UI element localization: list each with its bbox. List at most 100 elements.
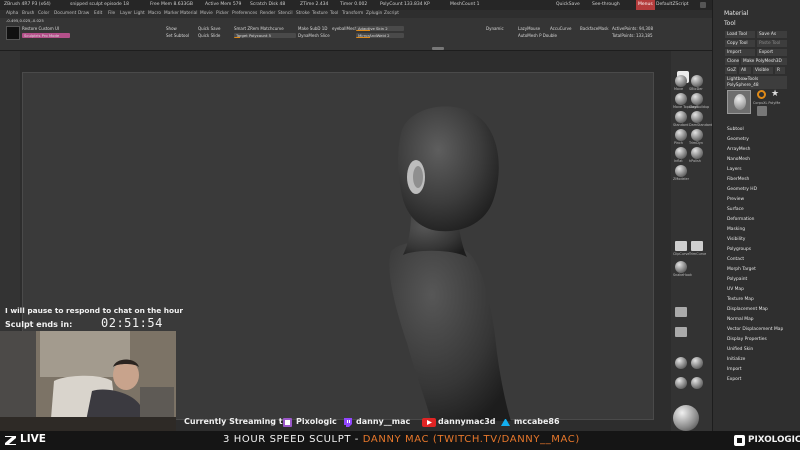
mask-pen-icon[interactable] <box>675 327 687 337</box>
polish-icon[interactable] <box>691 377 703 389</box>
star-tool-icon[interactable]: ★ <box>771 90 780 99</box>
tool-palette-header[interactable]: Tool <box>724 20 736 27</box>
menu-edit[interactable]: Edit <box>94 10 102 18</box>
subpalette-normal-map[interactable]: Normal Map <box>727 317 754 322</box>
quick-slide-button[interactable]: Quick Slide <box>198 33 220 39</box>
quicksave-button[interactable]: QuickSave <box>556 0 580 10</box>
see-through-slider[interactable]: See-through <box>592 0 620 10</box>
clip-curve-icon[interactable] <box>675 241 687 251</box>
restore-custom-ui-button[interactable]: Restore Custom UI <box>22 26 59 32</box>
menu-stroke[interactable]: Stroke <box>296 10 310 18</box>
subpalette-geometry-hd[interactable]: Geometry HD <box>727 187 757 192</box>
menu-transform[interactable]: Transform <box>342 10 363 18</box>
menu-color[interactable]: Color <box>38 10 49 18</box>
eyeball-mesh-button[interactable]: eyeballMesh <box>332 26 357 32</box>
paste-tool-button[interactable]: Paste Tool <box>757 40 787 47</box>
backface-mask-button[interactable]: BackfaceMask <box>580 26 609 32</box>
subpalette-display-properties[interactable]: Display Properties <box>727 337 767 342</box>
menus-toggle[interactable]: Menus <box>636 0 655 10</box>
damstandard-brush-icon[interactable] <box>691 111 703 123</box>
make-polymesh-button[interactable]: Make PolyMesh3D <box>741 58 787 65</box>
subpalette-layers[interactable]: Layers <box>727 167 742 172</box>
visible-button[interactable]: Visible <box>753 67 773 74</box>
smart-zrem-button[interactable]: Smart ZRem Matchcurve <box>234 26 284 32</box>
accu-curve-button[interactable]: AccuCurve <box>550 26 571 32</box>
menu-zplugin[interactable]: Zplugin <box>366 10 382 18</box>
move-brush-icon[interactable] <box>675 75 687 87</box>
subpalette-subtool[interactable]: Subtool <box>727 127 744 132</box>
trimdyn-brush-icon[interactable] <box>691 129 703 141</box>
subpalette-export[interactable]: Export <box>727 377 741 382</box>
mask-tool-icon[interactable] <box>675 307 687 317</box>
current-tool-slider[interactable]: PolySphere_48 <box>725 82 787 89</box>
minimize-icon[interactable] <box>700 2 706 8</box>
menu-macro[interactable]: Macro <box>148 10 161 18</box>
menu-stencil[interactable]: Stencil <box>278 10 293 18</box>
export-tool-button[interactable]: Export <box>757 49 787 56</box>
subpalette-displacement-map[interactable]: Displacement Map <box>727 307 768 312</box>
snake-hook-brush-icon[interactable] <box>675 261 687 273</box>
menu-draw[interactable]: Draw <box>78 10 89 18</box>
subpalette-geometry[interactable]: Geometry <box>727 137 749 142</box>
subpalette-masking[interactable]: Masking <box>727 227 745 232</box>
default-zscript[interactable]: DefaultZScript <box>656 0 689 10</box>
subpalette-import[interactable]: Import <box>727 367 742 372</box>
hpolish-brush-icon[interactable] <box>691 147 703 159</box>
r-button[interactable]: R <box>775 67 785 74</box>
menu-picker[interactable]: Picker <box>216 10 229 18</box>
load-tool-button[interactable]: Load Tool <box>725 31 755 38</box>
groupsplit-icon[interactable] <box>691 357 703 369</box>
sculptris-pro-button[interactable]: Sculptris Pro Mode <box>22 33 70 38</box>
subpalette-polygroups[interactable]: Polygroups <box>727 247 751 252</box>
show-button[interactable]: Show <box>166 26 177 32</box>
subpalette-contact[interactable]: Contact <box>727 257 744 262</box>
automesh-button[interactable]: AutoMesh P Double <box>518 33 557 39</box>
pinch-brush-icon[interactable] <box>675 129 687 141</box>
mirror-weld-slider[interactable]: MirrorAndWeld 2 <box>356 33 404 38</box>
menu-preferences[interactable]: Preferences <box>232 10 257 18</box>
subpalette-arraymesh[interactable]: ArrayMesh <box>727 147 750 152</box>
subpalette-morph-target[interactable]: Morph Target <box>727 267 756 272</box>
clay-brush-icon[interactable] <box>691 93 703 105</box>
menu-light[interactable]: Light <box>134 10 145 18</box>
menu-render[interactable]: Render <box>260 10 275 18</box>
menu-document[interactable]: Document <box>54 10 76 18</box>
spiral-tool-icon[interactable] <box>757 90 766 99</box>
copy-tool-button[interactable]: Copy Tool <box>725 40 755 47</box>
subpalette-fibermesh[interactable]: FiberMesh <box>727 177 749 182</box>
subpalette-visibility[interactable]: Visibility <box>727 237 745 242</box>
inflate-brush-icon[interactable] <box>675 147 687 159</box>
quick-save-button[interactable]: Quick Save <box>198 26 220 32</box>
subpalette-deformation[interactable]: Deformation <box>727 217 754 222</box>
sliceCurve-icon[interactable] <box>675 357 687 369</box>
material-palette-header[interactable]: Material <box>724 10 748 17</box>
menu-tool[interactable]: Tool <box>330 10 338 18</box>
menu-marker[interactable]: Marker <box>164 10 179 18</box>
trim-curve-icon[interactable] <box>691 241 703 251</box>
subpalette-unified-skin[interactable]: Unified Skin <box>727 347 753 352</box>
subpalette-surface[interactable]: Surface <box>727 207 744 212</box>
menu-file[interactable]: File <box>108 10 115 18</box>
import-tool-button[interactable]: Import <box>725 49 755 56</box>
clone-button[interactable]: Clone <box>725 58 739 65</box>
zmodeler-brush-icon[interactable] <box>675 165 687 177</box>
all-button[interactable]: All <box>739 67 751 74</box>
goz-button[interactable]: GoZ <box>725 67 737 74</box>
make-subd-button[interactable]: Make SubD 1D <box>298 26 327 32</box>
menu-texture[interactable]: Texture <box>312 10 328 18</box>
subpalette-texture-map[interactable]: Texture Map <box>727 297 754 302</box>
clay-tube-icon[interactable] <box>675 377 687 389</box>
shelf-handle-icon[interactable] <box>432 47 444 50</box>
dynamesh-slice-button[interactable]: DynaMesh Slice <box>298 33 330 39</box>
menu-movie[interactable]: Movie <box>200 10 213 18</box>
target-polycount-slider[interactable]: Target Polycount 5 <box>234 33 296 38</box>
current-tool-thumbnail[interactable] <box>727 90 751 114</box>
save-as-button[interactable]: Save As <box>757 31 787 38</box>
smooth-brush-icon[interactable] <box>691 75 703 87</box>
color-swatch[interactable] <box>6 26 20 40</box>
standard-brush-icon[interactable] <box>675 111 687 123</box>
menu-brush[interactable]: Brush <box>22 10 34 18</box>
move-topo-brush-icon[interactable] <box>675 93 687 105</box>
subpalette-initialize[interactable]: Initialize <box>727 357 745 362</box>
menu-layer[interactable]: Layer <box>120 10 132 18</box>
